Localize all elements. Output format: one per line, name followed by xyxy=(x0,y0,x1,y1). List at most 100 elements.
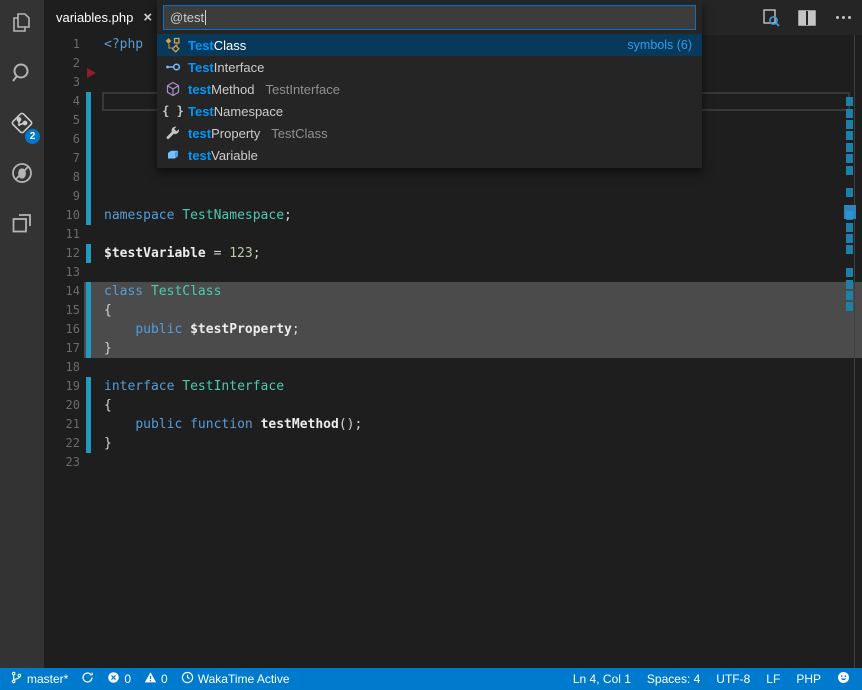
status-smiley[interactable] xyxy=(837,671,850,687)
code-line-14[interactable]: 14class TestClass xyxy=(44,282,862,301)
status-utf-8[interactable]: UTF-8 xyxy=(716,672,750,686)
line-number: 8 xyxy=(44,168,84,187)
status-master[interactable]: master* xyxy=(10,671,68,687)
quick-open-item-TestInterface[interactable]: TestInterface xyxy=(157,56,702,78)
code-line-10[interactable]: 10namespace TestNamespace; xyxy=(44,206,862,225)
overview-modified-mark xyxy=(846,291,853,300)
status-spaces-4[interactable]: Spaces: 4 xyxy=(647,672,700,686)
scm-badge: 2 xyxy=(25,129,40,144)
symbols-count-badge: symbols (6) xyxy=(627,38,692,52)
code-line-9[interactable]: 9 xyxy=(44,187,862,206)
code-line-18[interactable]: 18 xyxy=(44,358,862,377)
line-number: 3 xyxy=(44,73,84,92)
line-number: 16 xyxy=(44,320,84,339)
symbol-property-icon xyxy=(165,125,181,141)
status-label: 0 xyxy=(161,672,168,686)
symbol-detail: TestClass xyxy=(271,126,327,141)
quick-open-item-TestNamespace[interactable]: { }TestNamespace xyxy=(157,100,702,122)
quick-open-item-testVariable[interactable]: testVariable xyxy=(157,144,702,166)
overview-modified-mark xyxy=(846,245,853,254)
line-number: 17 xyxy=(44,339,84,358)
line-number: 6 xyxy=(44,130,84,149)
code-text xyxy=(92,263,862,282)
overview-ruler-border xyxy=(854,35,855,668)
overview-modified-mark xyxy=(846,223,853,232)
git-modified-gutter xyxy=(84,263,92,282)
more-actions-icon[interactable] xyxy=(832,7,854,29)
code-text: public function testMethod(); xyxy=(92,415,862,434)
status-0[interactable]: 0 xyxy=(107,671,131,687)
code-line-23[interactable]: 23 xyxy=(44,453,862,472)
code-line-21[interactable]: 21 public function testMethod(); xyxy=(44,415,862,434)
code-line-13[interactable]: 13 xyxy=(44,263,862,282)
activity-item-explorer[interactable] xyxy=(0,0,44,50)
quick-open-item-testMethod[interactable]: testMethod TestInterface xyxy=(157,78,702,100)
vscode-window: variables.php × 2 xyxy=(0,0,862,690)
overview-modified-mark xyxy=(846,154,853,163)
code-line-19[interactable]: 19interface TestInterface xyxy=(44,377,862,396)
error-icon xyxy=(107,671,120,687)
overview-modified-mark xyxy=(846,120,853,129)
line-number: 21 xyxy=(44,415,84,434)
code-text: public $testProperty; xyxy=(92,320,862,339)
code-text xyxy=(92,187,862,206)
activity-item-search[interactable] xyxy=(0,50,44,100)
status-sync[interactable] xyxy=(81,671,94,687)
overview-modified-mark xyxy=(846,131,853,140)
quick-open-widget: @test TestClasssymbols (6)TestInterfacet… xyxy=(157,0,702,168)
git-modified-gutter xyxy=(84,339,92,358)
close-icon[interactable]: × xyxy=(143,10,152,25)
code-line-11[interactable]: 11 xyxy=(44,225,862,244)
overview-modified-mark xyxy=(846,143,853,152)
code-line-15[interactable]: 15{ xyxy=(44,301,862,320)
status-label: 0 xyxy=(124,672,131,686)
line-number: 23 xyxy=(44,453,84,472)
extensions-icon xyxy=(9,210,35,241)
quick-open-item-testProperty[interactable]: testPropertyTestClass xyxy=(157,122,702,144)
code-line-8[interactable]: 8 xyxy=(44,168,862,187)
line-number: 11 xyxy=(44,225,84,244)
code-line-12[interactable]: 12$testVariable = 123; xyxy=(44,244,862,263)
code-text: } xyxy=(92,339,862,358)
line-number: 2 xyxy=(44,54,84,73)
status-php[interactable]: PHP xyxy=(796,672,821,686)
status-ln-4-col-1[interactable]: Ln 4, Col 1 xyxy=(573,672,631,686)
open-changes-icon[interactable] xyxy=(760,7,782,29)
quick-open-item-TestClass[interactable]: TestClasssymbols (6) xyxy=(157,34,702,56)
tab-variables-php[interactable]: variables.php × xyxy=(44,0,164,35)
code-line-20[interactable]: 20{ xyxy=(44,396,862,415)
quick-open-query: @test xyxy=(170,10,204,25)
code-text xyxy=(92,453,862,472)
git-modified-gutter xyxy=(84,358,92,377)
overview-modified-mark xyxy=(846,188,853,197)
code-line-16[interactable]: 16 public $testProperty; xyxy=(44,320,862,339)
git-modified-gutter xyxy=(84,35,92,54)
code-line-17[interactable]: 17} xyxy=(44,339,862,358)
status-label: WakaTime Active xyxy=(198,672,290,686)
status-lf[interactable]: LF xyxy=(766,672,780,686)
git-modified-gutter xyxy=(84,301,92,320)
line-number: 22 xyxy=(44,434,84,453)
git-modified-gutter xyxy=(84,206,92,225)
activity-item-debug[interactable] xyxy=(0,150,44,200)
code-text: namespace TestNamespace; xyxy=(92,206,862,225)
search-icon xyxy=(9,60,35,91)
git-modified-gutter xyxy=(84,320,92,339)
code-text: $testVariable = 123; xyxy=(92,244,862,263)
symbol-detail: TestInterface xyxy=(266,82,340,97)
activity-item-source-control[interactable]: 2 xyxy=(0,100,44,150)
status-wakatime-active[interactable]: WakaTime Active xyxy=(181,671,290,687)
split-editor-icon[interactable] xyxy=(796,7,818,29)
clock-icon xyxy=(181,671,194,687)
git-deleted-marker xyxy=(87,68,96,78)
status-label: PHP xyxy=(796,672,821,686)
symbol-label: testMethod xyxy=(188,82,255,97)
quick-open-input[interactable]: @test xyxy=(163,5,696,30)
code-line-22[interactable]: 22} xyxy=(44,434,862,453)
status-0[interactable]: 0 xyxy=(144,671,168,687)
git-modified-gutter xyxy=(84,434,92,453)
activity-item-extensions[interactable] xyxy=(0,200,44,250)
code-text: { xyxy=(92,396,862,415)
symbol-label: testVariable xyxy=(188,148,258,163)
overview-modified-mark xyxy=(846,109,853,118)
